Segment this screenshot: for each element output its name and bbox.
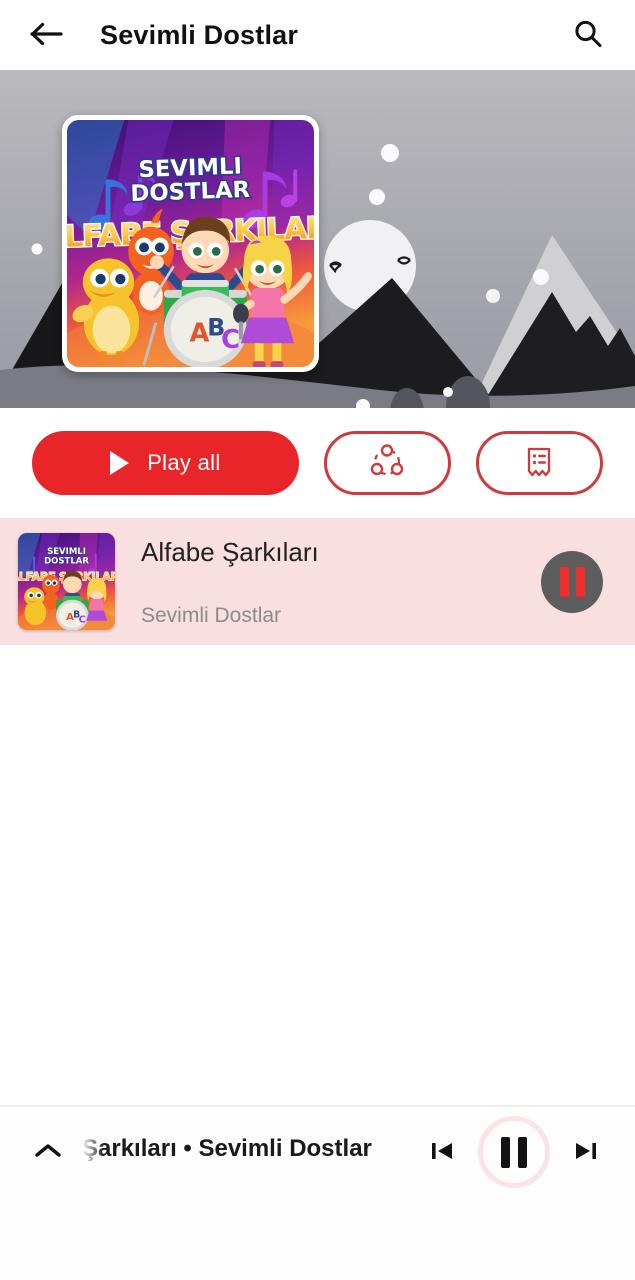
play-all-label: Play all [147,450,221,475]
search-icon [572,18,604,53]
now-playing-text: Şarkıları • Sevimli Dostlar [82,1135,372,1162]
mini-player-content: Şarkıları • Sevimli Dostlar [0,1107,635,1197]
now-playing-marquee: Şarkıları • Sevimli Dostlar [82,1132,415,1172]
svg-text:SEVIMLI: SEVIMLI [47,547,86,557]
arrow-left-icon [30,21,64,50]
back-button[interactable] [16,4,78,66]
play-pause-button[interactable] [475,1113,553,1191]
lyrics-button[interactable] [475,431,603,495]
search-button[interactable] [559,6,617,64]
play-all-button[interactable]: Play all [32,431,299,495]
skip-next-icon [571,1136,601,1169]
page-title: Sevimli Dostlar [100,19,299,50]
svg-text:C: C [79,615,86,626]
share-nodes-icon [368,443,406,484]
app-header: Sevimli Dostlar [0,0,635,70]
album-cover-art: SEVIMLI DOSTLAR ALFABE ŞARKILARI A B C [67,120,314,367]
chevron-up-icon [33,1141,63,1164]
song-thumbnail: SEVIMLI DOSTLAR ALFABE ŞARKILARI [18,533,115,630]
pause-bar-left [501,1136,510,1168]
action-bar: Play all [0,408,635,518]
song-meta: Alfabe Şarkıları Sevimli Dostlar [141,533,541,630]
pause-bar-left [559,566,569,597]
mini-player: Şarkıları • Sevimli Dostlar [0,1105,635,1280]
play-triangle-icon [110,451,130,475]
album-cover-card[interactable]: SEVIMLI DOSTLAR ALFABE ŞARKILARI A B C [62,115,319,372]
song-title: Alfabe Şarkıları [141,537,319,567]
lyrics-receipt-icon [520,443,558,484]
song-artist: Sevimli Dostlar [141,604,282,627]
app-screen: Sevimli Dostlar SEVIMLI DOSTLAR ALFABE Ş… [0,0,635,1280]
svg-text:DOSTLAR: DOSTLAR [44,556,89,566]
hero-banner: SEVIMLI DOSTLAR ALFABE ŞARKILARI A B C [0,70,635,408]
expand-player-button[interactable] [22,1126,74,1178]
next-track-button[interactable] [559,1125,613,1179]
pause-bar-right [518,1136,527,1168]
share-button[interactable] [323,431,451,495]
list-item[interactable]: SEVIMLI DOSTLAR ALFABE ŞARKILARI [0,518,635,645]
pause-icon [501,1136,527,1168]
pause-bar-right [575,566,585,597]
svg-text:C: C [221,325,240,355]
skip-previous-icon [427,1136,457,1169]
svg-text:DOSTLAR: DOSTLAR [130,177,251,207]
song-list: SEVIMLI DOSTLAR ALFABE ŞARKILARI [0,518,635,645]
row-pause-button[interactable] [541,550,603,613]
previous-track-button[interactable] [415,1125,469,1179]
